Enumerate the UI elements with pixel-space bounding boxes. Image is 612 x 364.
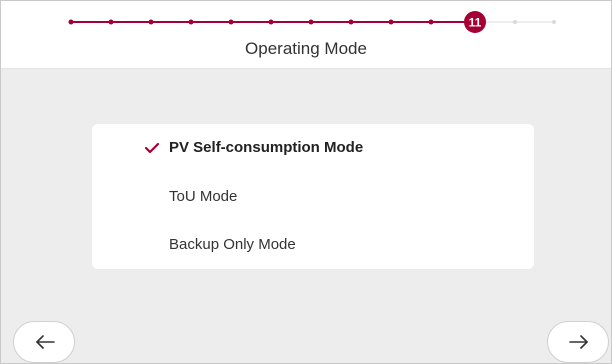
step-dot-completed — [268, 19, 274, 25]
mode-option-label: ToU Mode — [169, 188, 238, 205]
step-progress-indicator: 11 — [68, 11, 556, 33]
step-dot-completed — [428, 19, 434, 25]
mode-option-label: Backup Only Mode — [169, 236, 296, 253]
step-dot-completed — [348, 19, 354, 25]
back-button[interactable] — [13, 321, 75, 363]
step-dot-completed — [388, 19, 394, 25]
arrow-right-icon — [569, 335, 588, 349]
checkmark-icon — [144, 142, 160, 154]
arrow-left-icon — [36, 335, 55, 349]
mode-option-label: PV Self-consumption Mode — [169, 139, 364, 156]
step-dot-pending — [552, 20, 556, 24]
mode-options-card: PV Self-consumption Mode ToU Mode Backup… — [92, 124, 534, 269]
next-button[interactable] — [547, 321, 609, 363]
setup-screen: 11 Operating Mode PV Self-consumption Mo… — [0, 0, 612, 364]
header: 11 Operating Mode — [1, 1, 611, 69]
step-dot-pending — [513, 20, 517, 24]
step-dot-completed — [148, 19, 154, 25]
current-step-number: 11 — [469, 16, 482, 30]
step-dot-completed — [68, 19, 74, 25]
step-dot-completed — [228, 19, 234, 25]
mode-option-tou[interactable]: ToU Mode — [92, 175, 534, 221]
step-dot-completed — [108, 19, 114, 25]
step-dot-completed — [308, 19, 314, 25]
page-title: Operating Mode — [245, 39, 367, 58]
mode-option-pv-self-consumption[interactable]: PV Self-consumption Mode — [92, 126, 534, 172]
mode-option-backup-only[interactable]: Backup Only Mode — [92, 223, 534, 269]
step-dot-completed — [188, 19, 194, 25]
